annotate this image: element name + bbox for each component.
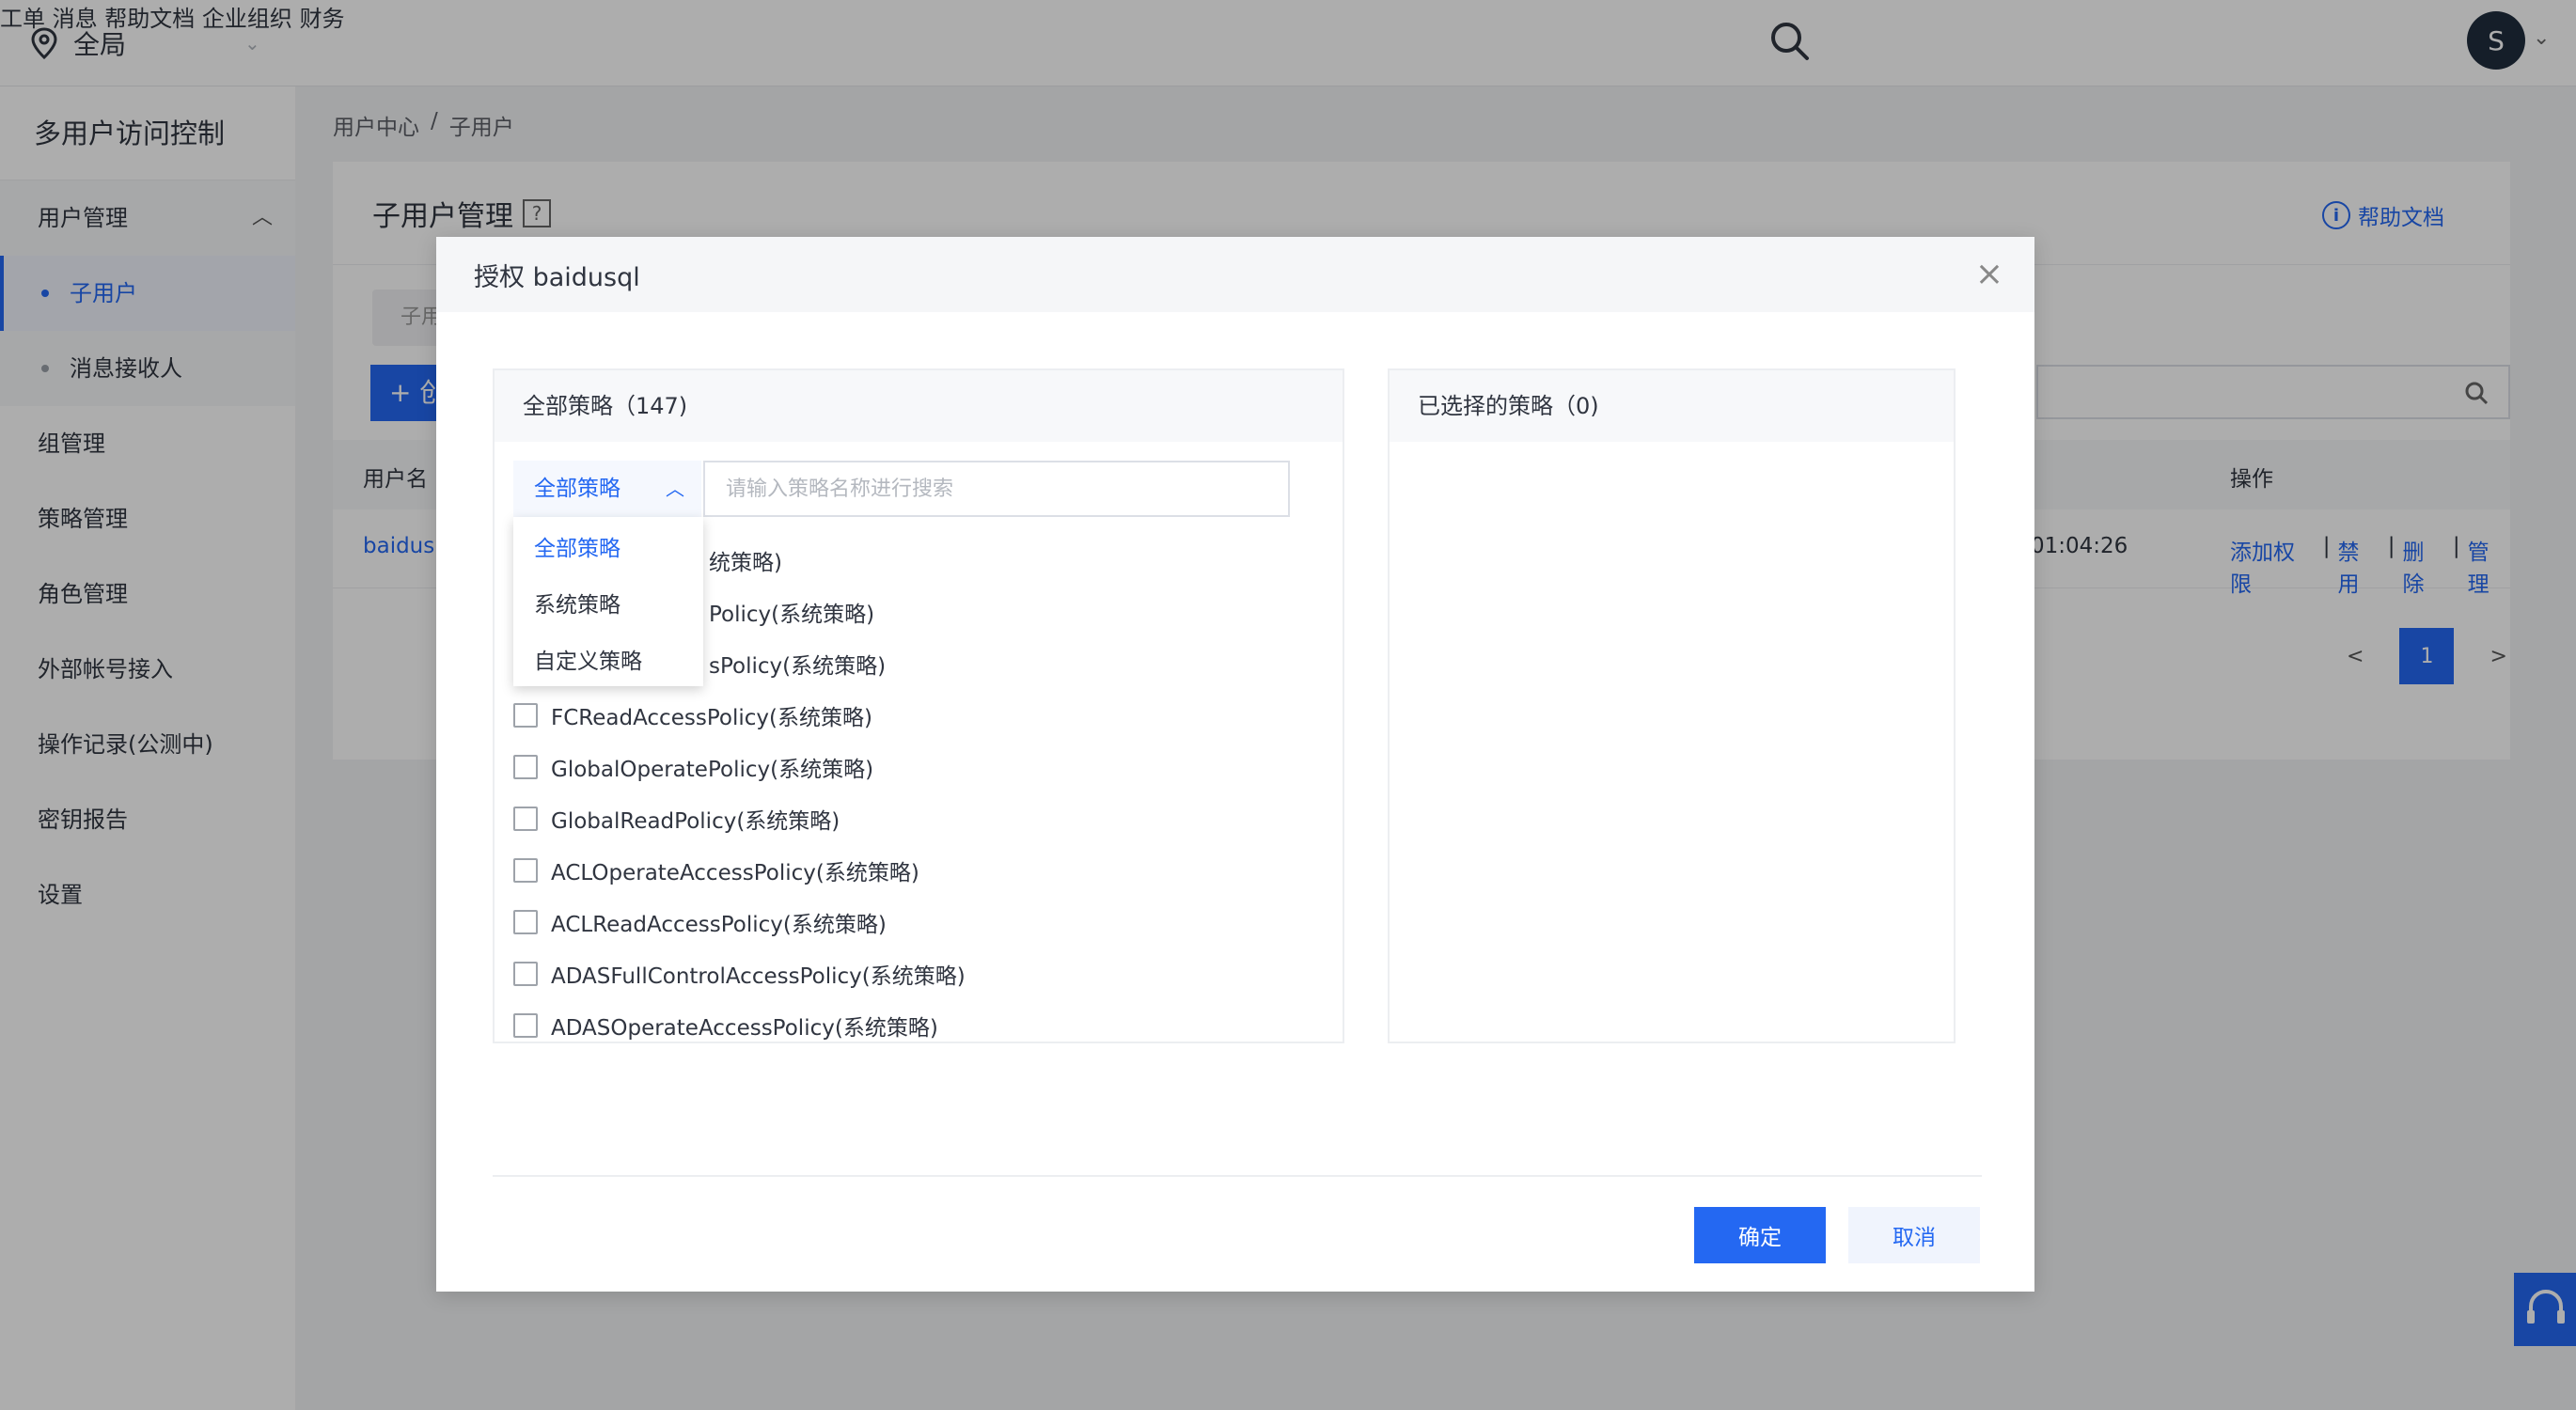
checkbox[interactable]: [513, 754, 538, 779]
selected-policies-title: 已选择的策略（0): [1390, 370, 1954, 442]
policy-label: ACLReadAccessPolicy(系统策略): [551, 912, 887, 937]
policy-label: Policy(系统策略): [709, 602, 875, 627]
checkbox[interactable]: [513, 1012, 538, 1038]
dropdown-option-all[interactable]: 全部策略: [513, 521, 703, 577]
dialog-title: 授权 baidusql: [474, 262, 640, 292]
policy-label: ACLOperateAccessPolicy(系统策略): [551, 860, 919, 885]
policy-label: 统策略): [709, 550, 782, 575]
policy-item[interactable]: GlobalReadPolicy(系统策略): [513, 792, 1322, 844]
checkbox[interactable]: [513, 909, 538, 934]
policy-item[interactable]: GlobalOperatePolicy(系统策略): [513, 741, 1322, 792]
selected-policies-panel: 已选择的策略（0): [1388, 368, 1956, 1043]
authorize-dialog: 授权 baidusql × 全部策略（147) 全部策略 ︿ 统策略) Poli…: [436, 237, 2034, 1292]
cancel-button[interactable]: 取消: [1848, 1207, 1980, 1263]
policy-item[interactable]: FCReadAccessPolicy(系统策略): [513, 689, 1322, 741]
policy-item[interactable]: ADASOperateAccessPolicy(系统策略): [513, 999, 1322, 1042]
close-icon[interactable]: ×: [1971, 256, 2008, 293]
policy-label: GlobalOperatePolicy(系统策略): [551, 757, 874, 782]
checkbox[interactable]: [513, 961, 538, 986]
checkbox[interactable]: [513, 702, 538, 728]
confirm-button[interactable]: 确定: [1694, 1207, 1826, 1263]
policy-search-input[interactable]: [703, 461, 1290, 517]
dialog-header: 授权 baidusql ×: [436, 237, 2034, 312]
checkbox[interactable]: [513, 806, 538, 831]
policy-label: GlobalReadPolicy(系统策略): [551, 808, 840, 834]
policy-label: ADASOperateAccessPolicy(系统策略): [551, 1015, 938, 1041]
policy-label: sPolicy(系统策略): [709, 653, 887, 679]
policy-type-select[interactable]: 全部策略 ︿: [513, 461, 701, 517]
policy-item[interactable]: ACLReadAccessPolicy(系统策略): [513, 896, 1322, 948]
divider: [493, 1175, 1982, 1177]
policy-type-value: 全部策略: [534, 477, 620, 501]
policy-label: ADASFullControlAccessPolicy(系统策略): [551, 964, 966, 989]
all-policies-title: 全部策略（147): [495, 370, 1343, 442]
policy-item[interactable]: ADASFullControlAccessPolicy(系统策略): [513, 948, 1322, 999]
dropdown-option-system[interactable]: 系统策略: [513, 577, 703, 634]
policy-type-dropdown: 全部策略 系统策略 自定义策略: [513, 517, 703, 686]
dropdown-option-custom[interactable]: 自定义策略: [513, 634, 703, 690]
policy-label: FCReadAccessPolicy(系统策略): [551, 705, 872, 730]
chevron-up-icon: ︿: [666, 478, 684, 500]
policy-item[interactable]: ACLOperateAccessPolicy(系统策略): [513, 844, 1322, 896]
checkbox[interactable]: [513, 857, 538, 883]
all-policies-panel: 全部策略（147) 全部策略 ︿ 统策略) Policy(系统策略) sPoli…: [493, 368, 1344, 1043]
